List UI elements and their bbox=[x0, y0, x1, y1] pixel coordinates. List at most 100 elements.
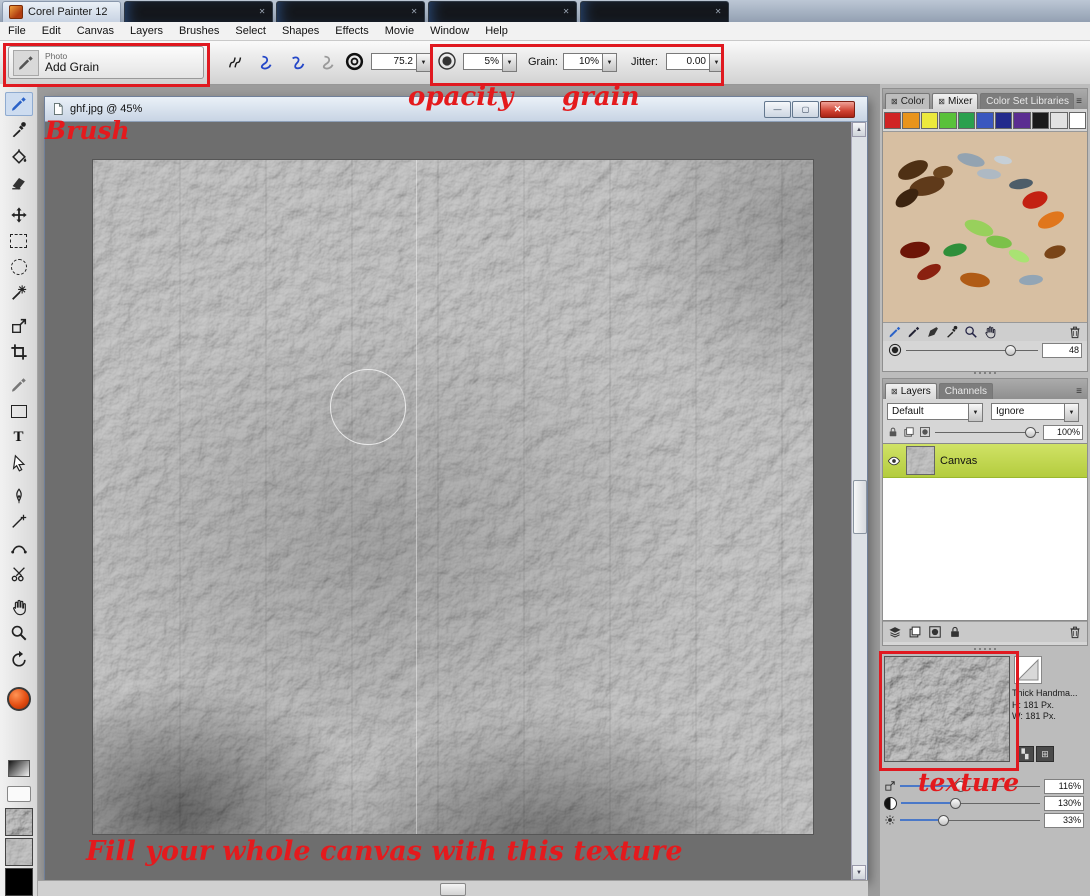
menu-item-select[interactable]: Select bbox=[227, 25, 274, 37]
brush-selector[interactable]: Photo Add Grain bbox=[8, 46, 204, 79]
new-layer-icon[interactable] bbox=[908, 625, 922, 639]
menu-item-window[interactable]: Window bbox=[422, 25, 477, 37]
dropper-tool[interactable] bbox=[5, 118, 33, 142]
paper-options-button[interactable]: ⊞ bbox=[1036, 746, 1054, 762]
tab-close-icon[interactable]: ✕ bbox=[563, 8, 570, 16]
menu-item-file[interactable]: File bbox=[0, 25, 34, 37]
pen-tool[interactable] bbox=[5, 484, 33, 508]
mixer-dropper-icon[interactable] bbox=[945, 325, 959, 339]
layer-adjuster-tool[interactable] bbox=[5, 203, 33, 227]
resat-value[interactable]: 5% bbox=[463, 53, 502, 70]
pickup-underlying-icon[interactable] bbox=[903, 426, 915, 438]
paper-brightness-value[interactable]: 33% bbox=[1044, 812, 1084, 828]
lock-layer-icon[interactable] bbox=[948, 625, 962, 639]
color-swatch[interactable] bbox=[1068, 112, 1086, 129]
stroke-option-icon[interactable] bbox=[255, 48, 279, 76]
tab-close-box-icon[interactable]: ⊠ bbox=[891, 387, 898, 396]
menu-item-brushes[interactable]: Brushes bbox=[171, 25, 227, 37]
paint-bucket-tool[interactable] bbox=[5, 144, 33, 168]
nozzle-selector[interactable] bbox=[5, 782, 33, 806]
color-swatch[interactable] bbox=[939, 112, 957, 129]
tab-close-box-icon[interactable]: ⊠ bbox=[938, 97, 945, 106]
quick-curve-tool[interactable] bbox=[5, 536, 33, 560]
maximize-button[interactable]: ▢ bbox=[792, 100, 819, 118]
mixer-brush-icon[interactable] bbox=[888, 325, 902, 339]
magnifier-tool[interactable] bbox=[5, 621, 33, 645]
grain-field[interactable]: 10% ▼ bbox=[563, 53, 617, 72]
hidden-tab[interactable]: ✕ bbox=[275, 1, 425, 22]
tab-close-box-icon[interactable]: ⊠ bbox=[891, 97, 898, 106]
weave-selector[interactable] bbox=[4, 868, 33, 896]
dropdown-arrow-icon[interactable]: ▼ bbox=[602, 53, 617, 72]
mixer-pad[interactable] bbox=[883, 131, 1087, 323]
eraser-tool[interactable] bbox=[5, 170, 33, 194]
composite-method-value[interactable]: Default bbox=[887, 403, 968, 420]
rotate-page-tool[interactable] bbox=[5, 647, 33, 671]
composite-method-select[interactable]: Default ▼ bbox=[887, 403, 983, 422]
menu-item-layers[interactable]: Layers bbox=[122, 25, 171, 37]
color-swatch[interactable] bbox=[920, 112, 939, 129]
stroke-option-icon[interactable] bbox=[286, 48, 310, 76]
panel-menu-icon[interactable]: ≡ bbox=[1076, 96, 1085, 109]
layer-mask-icon[interactable] bbox=[919, 426, 931, 438]
document-titlebar[interactable]: ghf.jpg @ 45% — ▢ ✕ bbox=[45, 97, 867, 122]
vertical-scroll-thumb[interactable] bbox=[853, 480, 867, 534]
color-swatch[interactable] bbox=[957, 112, 976, 129]
tab-close-icon[interactable]: ✕ bbox=[259, 8, 266, 16]
delete-layer-icon[interactable] bbox=[1068, 625, 1082, 639]
color-swatch[interactable] bbox=[994, 112, 1013, 129]
scroll-up-icon[interactable]: ▲ bbox=[852, 122, 866, 137]
crop-tool[interactable] bbox=[5, 340, 33, 364]
stroke-option-icon[interactable] bbox=[317, 48, 341, 76]
composite-depth-select[interactable]: Ignore ▼ bbox=[991, 403, 1079, 422]
tab-color[interactable]: ⊠ Color bbox=[885, 93, 931, 109]
dropdown-arrow-icon[interactable]: ▼ bbox=[416, 53, 431, 72]
paper-scale-slider[interactable] bbox=[900, 780, 1040, 793]
paper-invert-button[interactable]: ▚ bbox=[1016, 746, 1034, 762]
magic-wand-tool[interactable] bbox=[5, 281, 33, 305]
color-swatch[interactable] bbox=[1050, 112, 1068, 129]
gradient-selector[interactable] bbox=[5, 756, 33, 780]
oval-select-tool[interactable] bbox=[5, 255, 33, 279]
tab-color-set-libraries[interactable]: Color Set Libraries bbox=[980, 93, 1075, 109]
jitter-field[interactable]: 0.00 ▼ bbox=[666, 53, 724, 72]
panel-grip[interactable] bbox=[974, 372, 996, 374]
layer-row-canvas[interactable]: Canvas bbox=[883, 444, 1087, 478]
paper-contrast-value[interactable]: 130% bbox=[1044, 795, 1084, 811]
minimize-button[interactable]: — bbox=[764, 100, 791, 118]
panel-grip[interactable] bbox=[974, 648, 996, 650]
paper-texture-preview[interactable] bbox=[884, 656, 1010, 762]
menu-item-edit[interactable]: Edit bbox=[34, 25, 69, 37]
transform-tool[interactable] bbox=[5, 314, 33, 338]
tab-close-icon[interactable]: ✕ bbox=[411, 8, 418, 16]
resat-field[interactable]: 5% ▼ bbox=[463, 53, 517, 72]
layer-opacity-value[interactable]: 100% bbox=[1043, 424, 1083, 440]
dropdown-arrow-icon[interactable]: ▼ bbox=[709, 53, 724, 72]
jitter-value[interactable]: 0.00 bbox=[666, 53, 709, 70]
tab-close-icon[interactable]: ✕ bbox=[715, 8, 722, 16]
tab-mixer[interactable]: ⊠ Mixer bbox=[932, 93, 979, 109]
mix-slider[interactable] bbox=[906, 344, 1038, 357]
layer-commands-icon[interactable] bbox=[888, 625, 902, 639]
vertical-scrollbar[interactable]: ▲ ▼ bbox=[851, 122, 867, 880]
grain-value[interactable]: 10% bbox=[563, 53, 602, 70]
text-tool[interactable]: T bbox=[5, 425, 33, 449]
scroll-down-icon[interactable]: ▼ bbox=[852, 865, 866, 880]
tab-channels[interactable]: Channels bbox=[938, 383, 993, 399]
brush-tool[interactable] bbox=[4, 92, 33, 116]
paper-brightness-slider[interactable] bbox=[900, 814, 1040, 827]
paper-selector[interactable] bbox=[4, 808, 33, 836]
stroke-option-icon[interactable] bbox=[224, 48, 248, 76]
mixer-hand-icon[interactable] bbox=[983, 325, 997, 339]
composite-depth-value[interactable]: Ignore bbox=[991, 403, 1064, 420]
color-swatch[interactable] bbox=[1031, 112, 1050, 129]
pattern-selector[interactable] bbox=[4, 838, 33, 866]
mix-value[interactable]: 48 bbox=[1042, 342, 1082, 358]
main-color-swatch[interactable] bbox=[5, 687, 33, 711]
hidden-tab[interactable]: ✕ bbox=[427, 1, 577, 22]
new-mask-icon[interactable] bbox=[928, 625, 942, 639]
app-tab[interactable]: Corel Painter 12 bbox=[2, 1, 121, 22]
dropdown-arrow-icon[interactable]: ▼ bbox=[502, 53, 517, 72]
panel-menu-icon[interactable]: ≡ bbox=[1076, 386, 1085, 399]
color-swatch[interactable] bbox=[884, 112, 902, 129]
